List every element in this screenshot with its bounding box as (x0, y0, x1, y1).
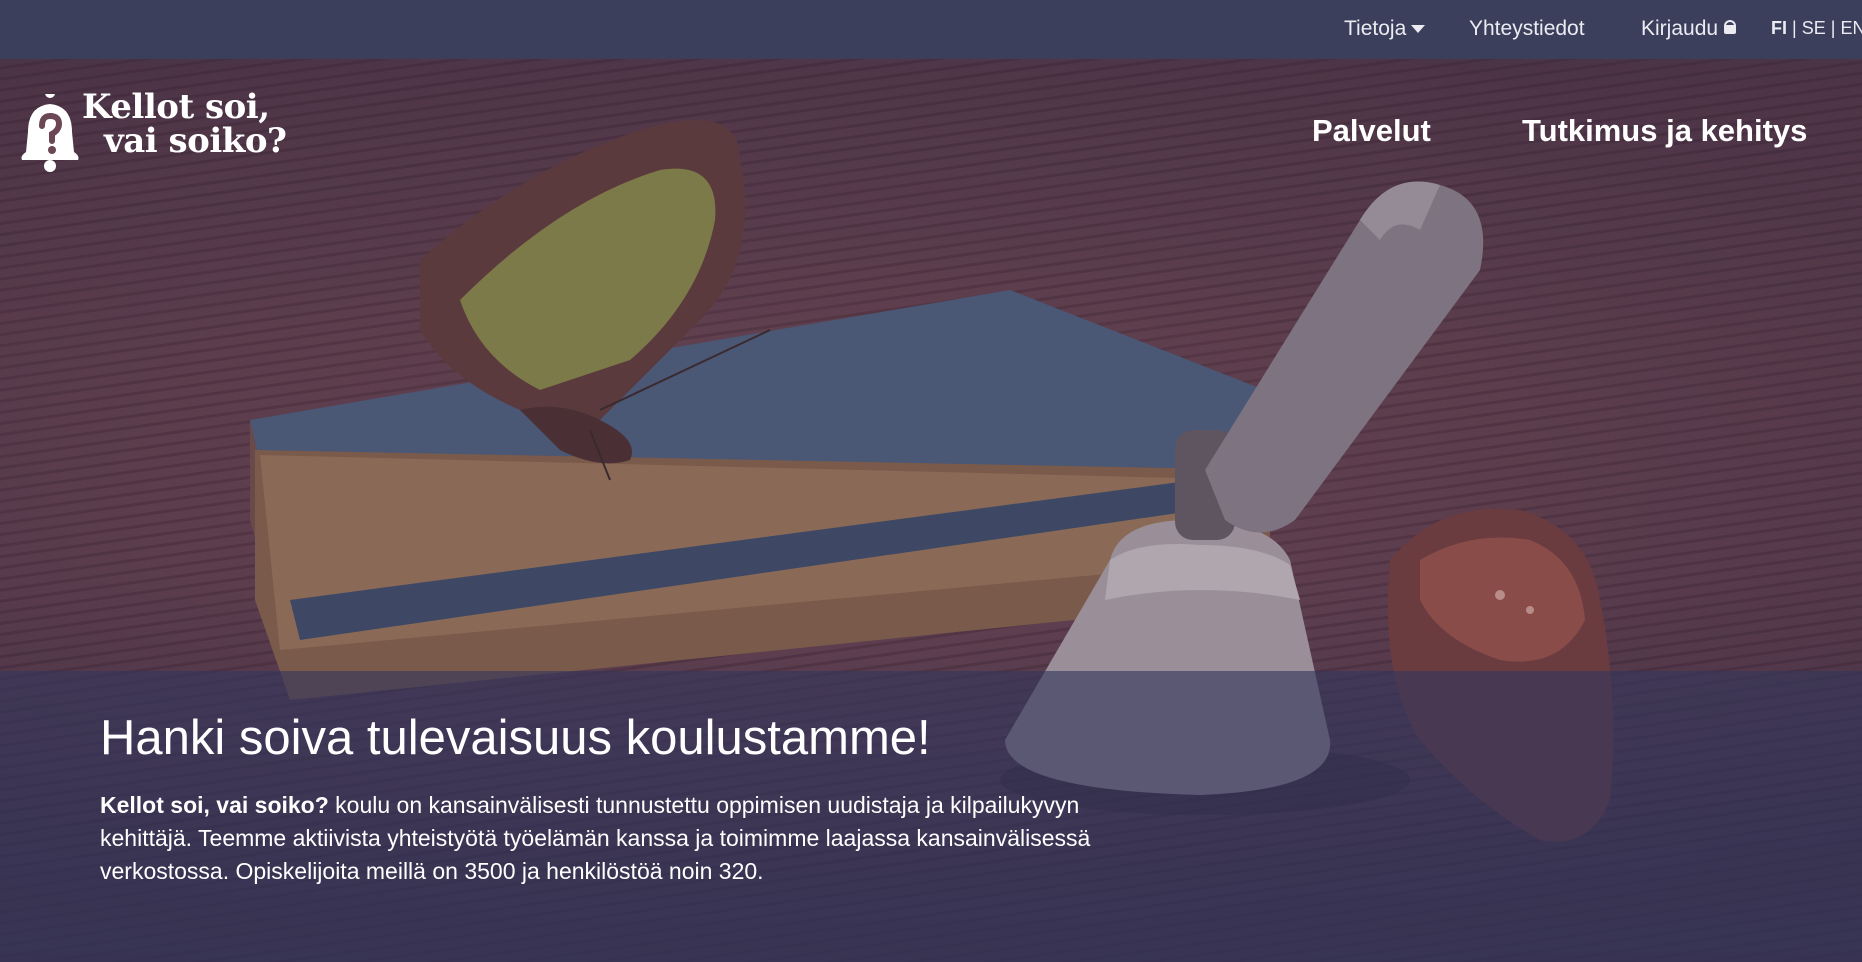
language-en[interactable]: EN (1840, 18, 1862, 38)
top-bar: Tietoja Yhteystiedot Kirjaudu FI | SE | … (0, 0, 1862, 59)
nav-services[interactable]: Palvelut (1312, 113, 1431, 149)
description-brand: Kellot soi, vai soiko? (100, 792, 329, 818)
logo-text: Kellot soi, vai soiko? (82, 87, 287, 161)
chevron-down-icon (1411, 25, 1426, 34)
about-menu-label: Tietoja (1344, 17, 1407, 40)
login-label: Kirjaudu (1641, 17, 1719, 40)
lock-icon (1718, 17, 1737, 41)
login-link[interactable]: Kirjaudu (1641, 17, 1737, 41)
about-menu[interactable]: Tietoja (1344, 17, 1426, 41)
site-logo[interactable]: Kellot soi, vai soiko? (18, 88, 288, 172)
hero-description: Kellot soi, vai soiko? koulu on kansainv… (100, 789, 1100, 888)
nav-research[interactable]: Tutkimus ja kehitys (1522, 113, 1807, 149)
logo-line-1: Kellot soi, (82, 87, 270, 127)
logo-line-2: vai soiko? (104, 121, 287, 161)
language-se[interactable]: SE (1802, 18, 1826, 38)
language-switcher: FI | SE | EN (1771, 18, 1862, 39)
language-separator: | (1792, 18, 1797, 38)
contact-link[interactable]: Yhteystiedot (1469, 17, 1585, 41)
bell-question-icon (21, 94, 79, 172)
language-separator: | (1830, 18, 1836, 38)
language-fi[interactable]: FI (1771, 18, 1787, 38)
hero-headline: Hanki soiva tulevaisuus koulustamme! (100, 711, 931, 765)
